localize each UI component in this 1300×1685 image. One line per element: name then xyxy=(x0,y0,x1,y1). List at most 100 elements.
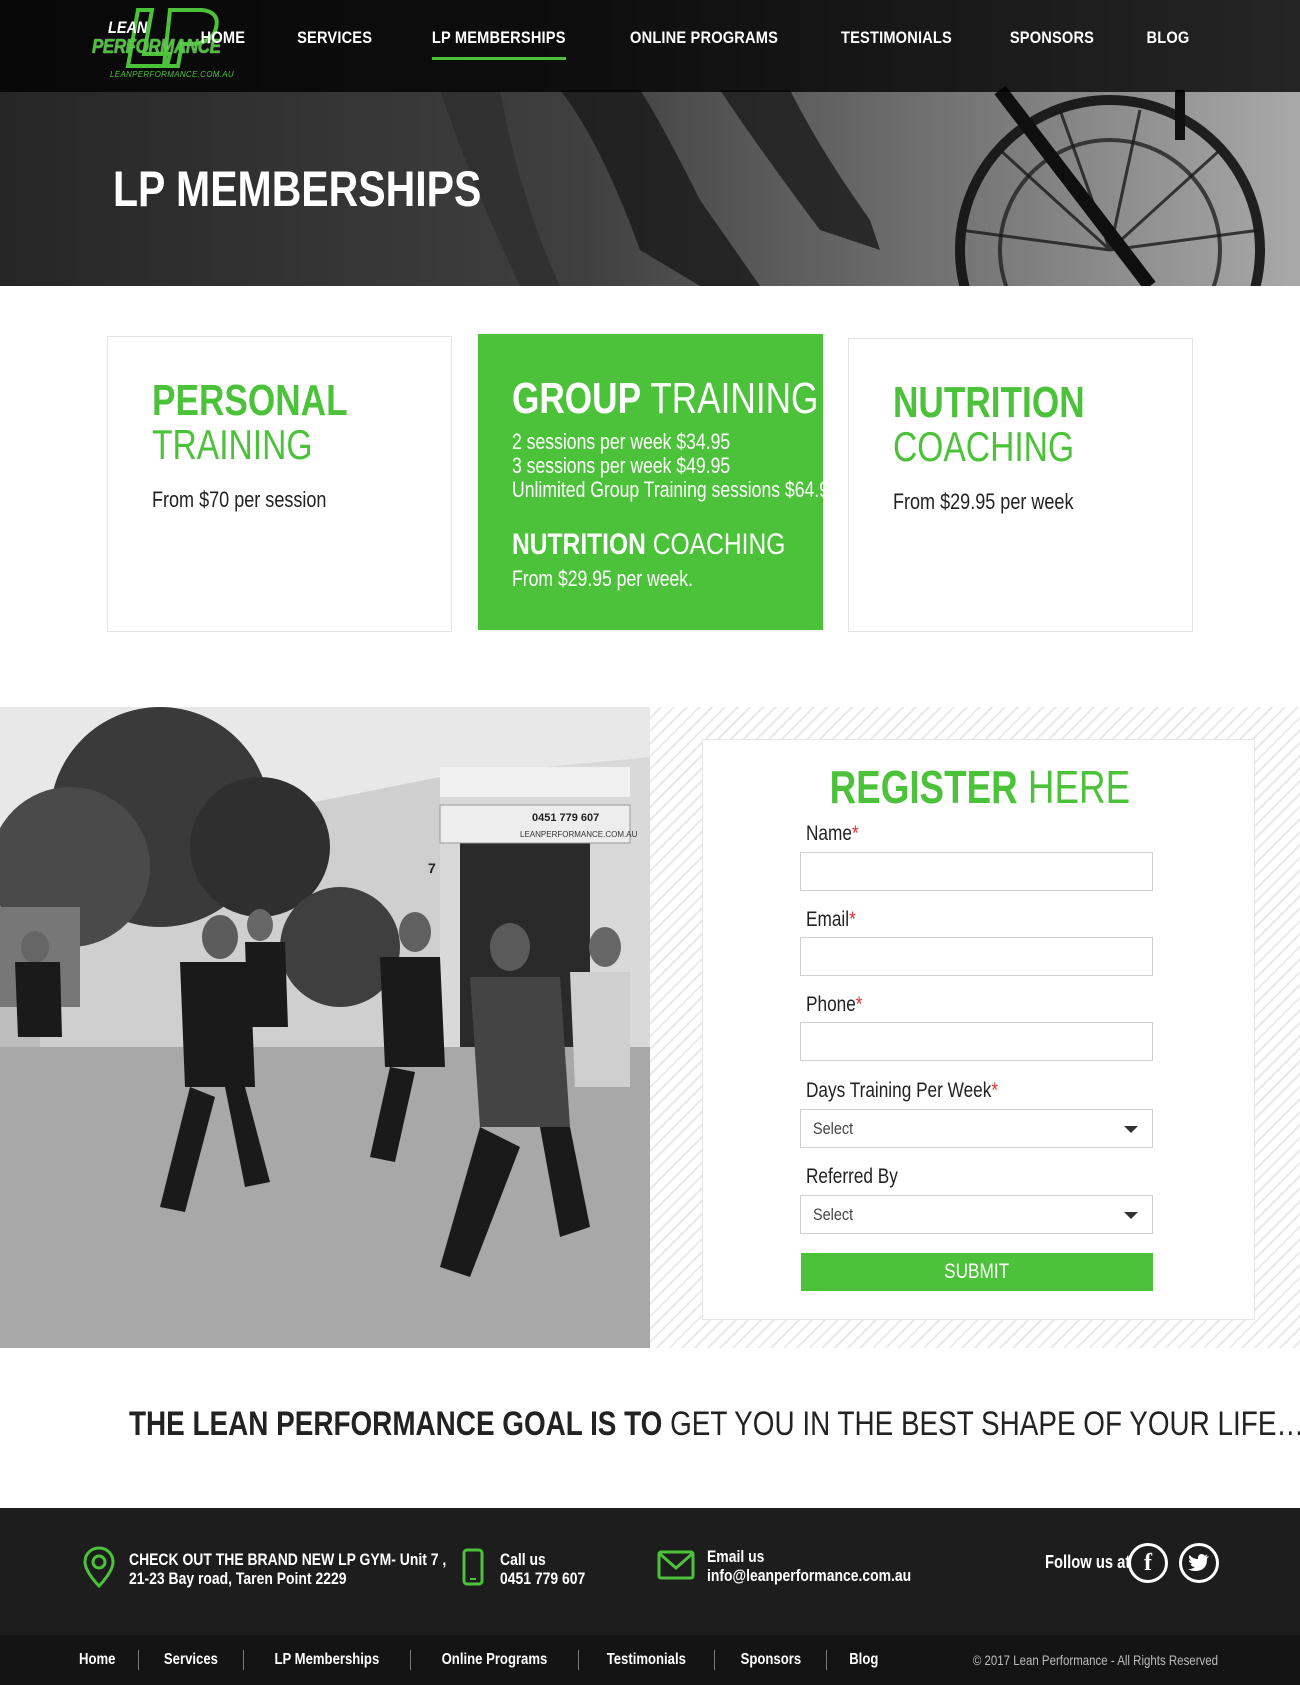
nav-blog[interactable]: BLOG xyxy=(1129,22,1208,54)
footer-email: Email us info@leanperformance.com.au xyxy=(707,1547,956,1585)
hero-banner: LEAN PERFORMANCE LEANPERFORMANCE.COM.AU … xyxy=(0,0,1300,286)
email-label-text: Email xyxy=(806,908,850,931)
required-mark: * xyxy=(855,993,863,1016)
card-group-training: GROUP TRAINING 2 sessions per week $34.9… xyxy=(478,334,839,630)
sign-phone: 0451 779 607 xyxy=(532,812,599,824)
address-line-1: CHECK OUT THE BRAND NEW LP GYM- Unit 7 , xyxy=(129,1550,447,1569)
sign-unit: 7 xyxy=(428,860,436,876)
card-title-bold: GROUP xyxy=(512,374,642,423)
nav-testimonials[interactable]: TESTIMONIALS xyxy=(823,22,970,54)
pricing-cards: PERSONAL TRAINING From $70 per session G… xyxy=(107,334,1193,632)
card-extra-title-bold: NUTRITION xyxy=(512,528,646,561)
card-extra-title: NUTRITION COACHING xyxy=(512,528,785,562)
twitter-icon[interactable] xyxy=(1179,1543,1219,1583)
card-title-light: TRAINING xyxy=(650,374,819,423)
logo-url: LEANPERFORMANCE.COM.AU xyxy=(110,70,234,79)
register-title-light: HERE xyxy=(1027,761,1130,813)
footer-nav-label: LP Memberships xyxy=(274,1651,380,1668)
phone-label-text: Phone xyxy=(806,993,856,1016)
chevron-down-icon xyxy=(1124,1126,1138,1133)
days-label-text: Days Training Per Week xyxy=(806,1079,992,1102)
email-value[interactable]: info@leanperformance.com.au xyxy=(707,1566,911,1585)
phone-icon xyxy=(462,1548,484,1586)
card-price: From $70 per session xyxy=(152,487,327,512)
footer-call: Call us 0451 779 607 xyxy=(500,1550,604,1588)
card-extra-title-light: COACHING xyxy=(652,528,786,561)
submit-label: SUBMIT xyxy=(944,1260,1010,1283)
footer-nav-label: Sponsors xyxy=(740,1651,801,1668)
phone-input[interactable] xyxy=(800,1022,1153,1061)
footer-nav-online-programs[interactable]: Online Programs xyxy=(411,1650,579,1670)
copyright: © 2017 Lean Performance - All Rights Res… xyxy=(972,1652,1218,1668)
goal-light: GET YOU IN THE BEST SHAPE OF YOUR LIFE… xyxy=(670,1405,1300,1443)
register-title-bold: REGISTER xyxy=(829,761,1018,813)
footer-nav-services[interactable]: Services xyxy=(139,1650,245,1670)
nav-lp-memberships[interactable]: LP MEMBERSHIPS xyxy=(413,22,583,60)
email-icon xyxy=(657,1550,695,1580)
main-nav: HOME SERVICES LP MEMBERSHIPS ONLINE PROG… xyxy=(176,22,1214,60)
nav-services[interactable]: SERVICES xyxy=(279,22,390,54)
footer-nav-label: Home xyxy=(79,1651,116,1668)
facebook-icon[interactable]: f xyxy=(1128,1543,1168,1583)
price-list: 2 sessions per week $34.95 3 sessions pe… xyxy=(512,429,839,502)
days-training-label: Days Training Per Week* xyxy=(806,1079,998,1103)
follow-us-label: Follow us at xyxy=(1045,1552,1131,1572)
card-subtitle: TRAINING xyxy=(152,421,313,468)
submit-button[interactable]: SUBMIT xyxy=(801,1253,1153,1291)
phone-label: Phone* xyxy=(806,993,863,1017)
card-subtitle: COACHING xyxy=(893,423,1075,470)
footer-nav: Home Services LP Memberships Online Prog… xyxy=(56,1650,901,1670)
required-mark: * xyxy=(991,1079,999,1102)
call-value[interactable]: 0451 779 607 xyxy=(500,1569,585,1588)
nav-online-programs[interactable]: ONLINE PROGRAMS xyxy=(612,22,796,54)
name-label: Name* xyxy=(806,822,859,846)
footer-nav-label: Testimonials xyxy=(606,1651,686,1668)
days-training-select[interactable]: Select xyxy=(800,1109,1153,1148)
sign-site: LEANPERFORMANCE.COM.AU xyxy=(520,830,638,839)
footer-nav-blog[interactable]: Blog xyxy=(827,1650,901,1670)
logo-word-lean: LEAN xyxy=(108,18,148,37)
card-title: GROUP TRAINING xyxy=(512,374,818,423)
top-navbar: LEAN PERFORMANCE LEANPERFORMANCE.COM.AU … xyxy=(0,0,1300,92)
photo-illustration: 0451 779 607 LEANPERFORMANCE.COM.AU 7 xyxy=(0,707,650,1348)
referred-by-label: Referred By xyxy=(806,1165,898,1189)
card-nutrition-coaching: NUTRITION COACHING From $29.95 per week xyxy=(848,338,1193,632)
address-line-2: 21-23 Bay road, Taren Point 2229 xyxy=(129,1569,347,1588)
goal-statement: THE LEAN PERFORMANCE GOAL IS TO GET YOU … xyxy=(0,1405,1300,1444)
footer-nav-home[interactable]: Home xyxy=(56,1650,140,1670)
email-input[interactable] xyxy=(800,937,1153,976)
nav-home[interactable]: HOME xyxy=(183,22,264,54)
footer-nav-label: Online Programs xyxy=(441,1651,548,1668)
footer: CHECK OUT THE BRAND NEW LP GYM- Unit 7 ,… xyxy=(0,1508,1300,1635)
page-title: LP MEMBERSHIPS xyxy=(113,161,482,217)
days-select-value: Select xyxy=(813,1119,854,1138)
referred-select-value: Select xyxy=(813,1205,854,1224)
footer-nav-sponsors[interactable]: Sponsors xyxy=(715,1650,828,1670)
referred-by-select[interactable]: Select xyxy=(800,1195,1153,1234)
footer-address: CHECK OUT THE BRAND NEW LP GYM- Unit 7 ,… xyxy=(129,1550,516,1588)
group-running-photo: 0451 779 607 LEANPERFORMANCE.COM.AU 7 xyxy=(0,707,650,1348)
goal-bold: THE LEAN PERFORMANCE GOAL IS TO xyxy=(128,1405,663,1443)
footer-nav-label: Blog xyxy=(849,1651,879,1668)
footer-nav-lp-memberships[interactable]: LP Memberships xyxy=(244,1650,412,1670)
name-label-text: Name xyxy=(806,822,852,845)
bottom-bar: Home Services LP Memberships Online Prog… xyxy=(0,1635,1300,1685)
email-label: Email us xyxy=(707,1547,765,1566)
email-label: Email* xyxy=(806,908,856,932)
register-title: REGISTER HERE xyxy=(703,760,1256,814)
footer-nav-testimonials[interactable]: Testimonials xyxy=(579,1650,715,1670)
required-mark: * xyxy=(851,822,859,845)
card-title: NUTRITION xyxy=(893,378,1085,427)
required-mark: * xyxy=(849,908,856,931)
card-title: PERSONAL xyxy=(152,376,348,425)
chevron-down-icon xyxy=(1124,1212,1138,1219)
nav-sponsors[interactable]: SPONSORS xyxy=(992,22,1112,54)
price-line: 3 sessions per week $49.95 xyxy=(512,453,731,478)
price-line: Unlimited Group Training sessions $64.95 xyxy=(512,477,839,502)
twitter-bird xyxy=(1188,1554,1209,1571)
register-form: REGISTER HERE Name* Email* Phone* Days T… xyxy=(702,739,1255,1320)
footer-nav-label: Services xyxy=(164,1651,219,1668)
name-input[interactable] xyxy=(800,852,1153,891)
card-extra-price: From $29.95 per week. xyxy=(512,566,693,591)
price-line: 2 sessions per week $34.95 xyxy=(512,429,731,454)
